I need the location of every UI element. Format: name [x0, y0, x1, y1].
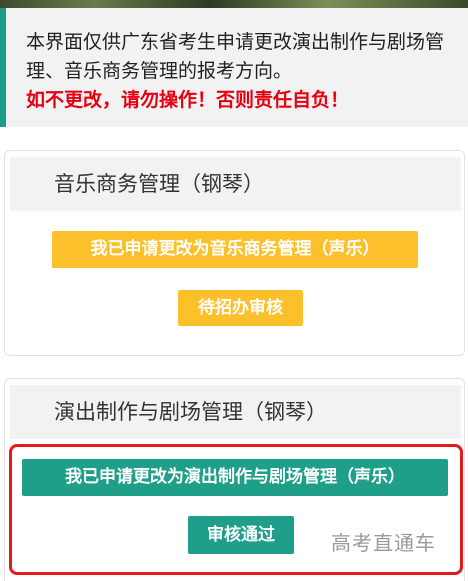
notice-warning: 如不更改，请勿操作！否则责任自负！ — [26, 89, 350, 111]
apply-change-performance-button[interactable]: 我已申请更改为演出制作与剧场管理（声乐） — [22, 459, 448, 496]
watermark-text: 高考直通车 — [331, 531, 436, 555]
header-photo-strip — [0, 0, 468, 8]
notice-text: 本界面仅供广东省考生申请更改演出制作与剧场管理、音乐商务管理的报考方向。 — [26, 31, 445, 82]
review-approved-button[interactable]: 审核通过 — [188, 516, 294, 554]
card-music-business: 音乐商务管理（钢琴） 我已申请更改为音乐商务管理（声乐） 待招办审核 — [4, 150, 465, 356]
pending-review-button[interactable]: 待招办审核 — [178, 290, 303, 326]
notice-panel: 本界面仅供广东省考生申请更改演出制作与剧场管理、音乐商务管理的报考方向。 如不更… — [0, 8, 468, 127]
card-title-music-business: 音乐商务管理（钢琴） — [10, 157, 461, 211]
apply-change-music-button[interactable]: 我已申请更改为音乐商务管理（声乐） — [52, 231, 418, 268]
card-title-performance-management: 演出制作与剧场管理（钢琴） — [10, 385, 461, 439]
